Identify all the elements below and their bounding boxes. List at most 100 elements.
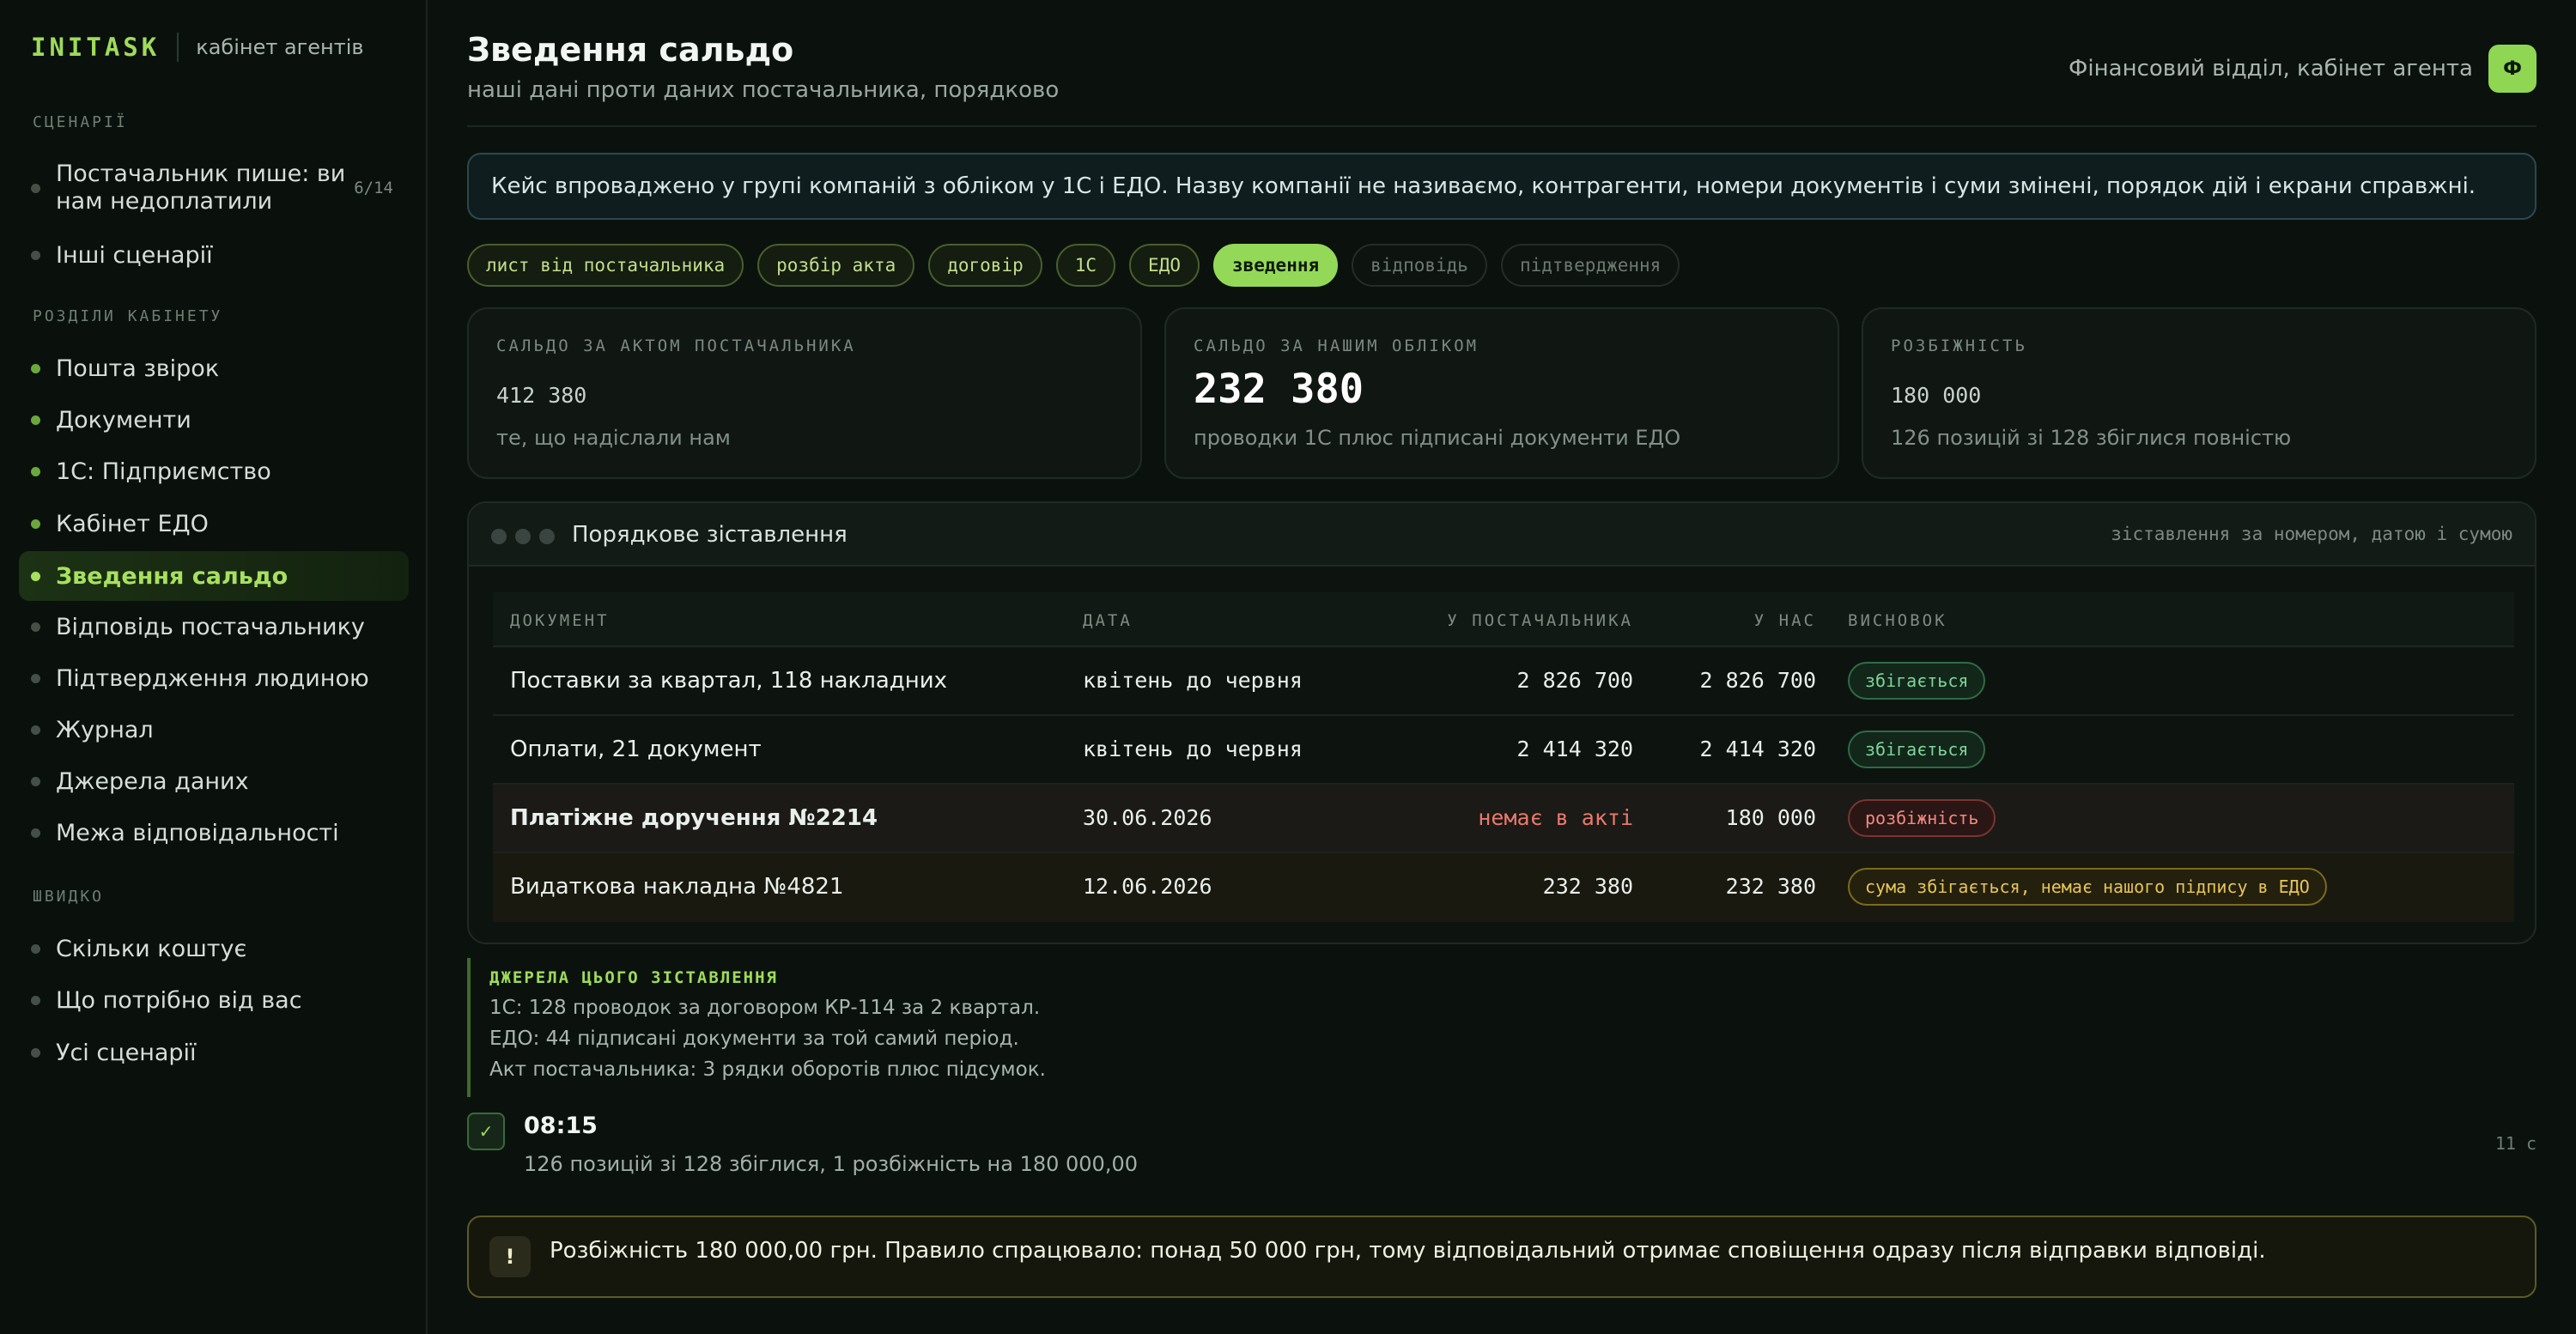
nav-dot-icon [31,466,40,476]
sidebar-item-1c[interactable]: 1С: Підприємство [19,452,409,491]
threshold-alert: ! Розбіжність 180 000,00 грн. Правило сп… [467,1216,2537,1298]
cell-document: Видаткова накладна №4821 [510,874,844,900]
sidebar-item-requirements[interactable]: Що потрібно від вас [19,980,409,1020]
case-notice-text: Кейс впроваджено у групі компаній з облі… [491,173,2476,199]
user-menu[interactable]: Фінансовий відділ, кабінет агента Ф [2069,45,2537,93]
sidebar-item-label-line1: Постачальник пише: ви [56,161,346,187]
sources-line-edo: ЕДО: 44 підписані документи за той самий… [489,1028,1019,1050]
column-header-ours[interactable]: У НАС [1754,611,1816,630]
sources-line-act: Акт постачальника: 3 рядки оборотів плюс… [489,1058,1046,1081]
panel-subtitle: зіставлення за номером, датою і сумою [2111,524,2512,544]
user-name: Фінансовий відділ, кабінет агента [2069,56,2473,82]
cell-document: Поставки за квартал, 118 накладних [510,668,948,694]
nav-dot-icon [31,673,40,683]
exclamation-icon: ! [489,1236,531,1277]
sources-line-1c: 1С: 128 проводок за договором КР-114 за … [489,997,1041,1019]
window-dot-icon [539,529,555,544]
cell-date: 30.06.2026 [1083,805,1212,830]
sidebar-item-label: Межа відповідальності [56,819,339,846]
column-header-verdict[interactable]: ВИСНОВОК [1848,611,1947,630]
sidebar-item-documents[interactable]: Документи [19,400,409,440]
nav-dot-icon [31,776,40,786]
column-header-document[interactable]: ДОКУМЕНТ [510,611,610,630]
step-confirmation[interactable]: підтвердження [1500,244,1680,287]
nav-dot-icon [31,622,40,632]
nav-dot-icon [31,571,40,581]
panel-titlebar: Порядкове зіставлення зіставлення за ном… [469,503,2535,567]
window-dot-icon [515,529,531,544]
sidebar-item-label: Кабінет ЕДО [56,510,209,537]
nav-section-quick: ШВИДКО [33,888,105,906]
cell-our-amount: 2 414 320 [1699,737,1816,761]
brand[interactable]: INITASK кабінет агентів [31,33,364,62]
table-row[interactable]: Видаткова накладна №4821 12.06.2026 232 … [493,853,2514,922]
sidebar-item-label: Скільки коштує [56,935,247,962]
column-header-supplier[interactable]: У ПОСТАЧАЛЬНИКА [1447,611,1633,630]
table-row[interactable]: Платіжне доручення №2214 30.06.2026 нема… [493,785,2514,853]
card-label: САЛЬДО ЗА НАШИМ ОБЛІКОМ [1194,337,1479,355]
nav-dot-icon [31,183,40,193]
step-reply[interactable]: відповідь [1352,244,1487,287]
nav-section-cabinet: РОЗДІЛИ КАБІНЕТУ [33,307,223,325]
sidebar-item-label: Документи [56,406,191,434]
step-edo[interactable]: ЕДО [1129,244,1200,287]
sidebar-item-responsibility-limit[interactable]: Межа відповідальності [19,813,409,852]
sidebar-item-other-scenarios[interactable]: Інші сценарії [19,237,409,273]
sidebar-item-progress: 6/14 [354,179,393,197]
nav-dot-icon [31,415,40,425]
sidebar-item-pricing[interactable]: Скільки коштує [19,929,409,968]
step-supplier-letter[interactable]: лист від постачальника [467,244,744,287]
avatar[interactable]: Ф [2488,45,2537,93]
cell-our-amount: 2 826 700 [1699,668,1816,693]
step-act-analysis[interactable]: розбір акта [757,244,915,287]
step-1c[interactable]: 1С [1055,244,1116,287]
nav-section-scenarios: СЦЕНАРІЇ [33,113,128,131]
nav-dot-icon [31,250,40,260]
step-summary[interactable]: зведення [1212,244,1339,287]
nav-dot-icon [31,943,40,954]
sources-block: ДЖЕРЕЛА ЦЬОГО ЗІСТАВЛЕННЯ 1С: 128 провод… [467,958,1240,1097]
sidebar-item-data-sources[interactable]: Джерела даних [19,761,409,801]
panel-title: Порядкове зіставлення [572,522,848,548]
sidebar: INITASK кабінет агентів СЦЕНАРІЇ Постача… [0,0,428,1334]
card-discrepancy: РОЗБІЖНІСТЬ 180 000 126 позицій зі 128 з… [1862,307,2537,479]
page-title: Зведення сальдо [467,31,794,69]
sidebar-item-supplier-reply[interactable]: Відповідь постачальнику [19,607,409,646]
status-badge: збігається [1848,731,1986,768]
window-dot-icon [491,529,507,544]
cell-our-amount: 180 000 [1725,805,1816,830]
sidebar-item-label: Джерела даних [56,767,249,795]
log-time: 08:15 [524,1113,598,1139]
sidebar-item-balance-summary[interactable]: Зведення сальдо [19,551,409,601]
page-subtitle: наші дані проти даних постачальника, пор… [467,77,1060,103]
process-steps: лист від постачальника розбір акта догов… [467,244,1693,287]
sidebar-item-label: 1С: Підприємство [56,458,271,485]
cell-date: 12.06.2026 [1083,874,1212,899]
sidebar-item-reconciliation-mail[interactable]: Пошта звірок [19,349,409,388]
sidebar-item-edo[interactable]: Кабінет ЕДО [19,504,409,543]
table-row[interactable]: Оплати, 21 документ квітень до червня 2 … [493,716,2514,785]
card-our-balance: САЛЬДО ЗА НАШИМ ОБЛІКОМ 232 380 проводки… [1164,307,1839,479]
brand-logo: INITASK [31,33,161,62]
sidebar-item-journal[interactable]: Журнал [19,710,409,749]
status-badge: сума збігається, немає нашого підпису в … [1848,868,2327,906]
step-contract[interactable]: договір [928,244,1042,287]
sidebar-item-label: Що потрібно від вас [56,986,302,1014]
sidebar-item-label: Постачальник пише: ви нам недоплатили [56,161,345,215]
sidebar-item-supplier-underpaid[interactable]: Постачальник пише: ви нам недоплатили 6/… [19,160,409,216]
sidebar-item-label: Усі сценарії [56,1039,197,1066]
alert-text: Розбіжність 180 000,00 грн. Правило спра… [550,1238,2266,1264]
card-note: те, що надіслали нам [496,426,731,450]
column-header-date[interactable]: ДАТА [1083,611,1133,630]
case-notice: Кейс впроваджено у групі компаній з облі… [467,153,2537,220]
sidebar-item-all-scenarios[interactable]: Усі сценарії [19,1033,409,1072]
cell-our-amount: 232 380 [1725,874,1816,899]
sidebar-item-label-line2: нам недоплатили [56,188,273,215]
table-row[interactable]: Поставки за квартал, 118 накладних квіте… [493,647,2514,716]
cell-supplier-amount: 232 380 [1542,874,1633,899]
sidebar-item-human-confirmation[interactable]: Підтвердження людиною [19,658,409,698]
line-matching-panel: Порядкове зіставлення зіставлення за ном… [467,501,2537,944]
log-text: 126 позицій зі 128 збіглися, 1 розбіжніс… [524,1152,1138,1176]
cell-supplier-amount: 2 414 320 [1516,737,1633,761]
cell-supplier-amount: немає в акті [1478,805,1633,830]
